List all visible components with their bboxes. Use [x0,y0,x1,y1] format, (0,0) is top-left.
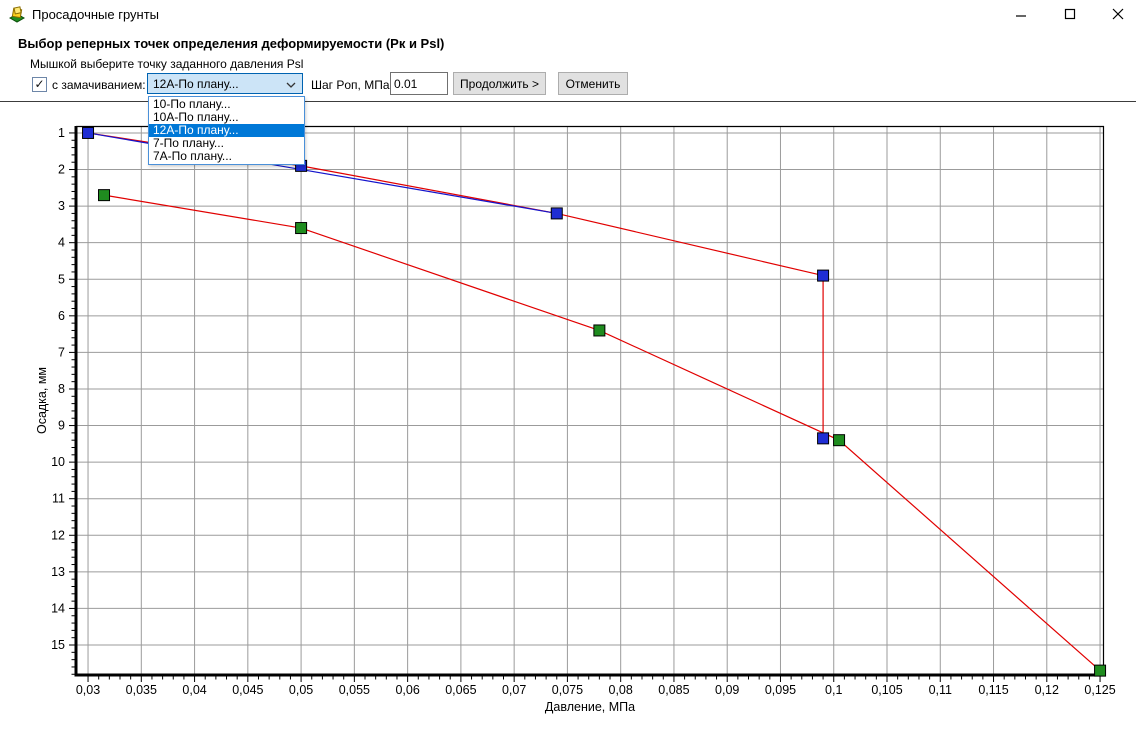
test-select-dropdown[interactable]: 10-По плану... 10А-По плану... 12А-По план… [148,96,305,165]
x-tick-label: 0,045 [232,683,263,697]
y-tick-label: 5 [58,272,65,286]
x-tick-label: 0,055 [339,683,370,697]
y-tick-label: 8 [58,382,65,396]
x-tick-label: 0,065 [445,683,476,697]
y-tick-label: 7 [58,345,65,359]
x-tick-label: 0,09 [715,683,739,697]
x-tick-label: 0,075 [552,683,583,697]
y-tick-label: 10 [51,455,65,469]
y-tick-label: 2 [58,163,65,177]
x-tick-label: 0,05 [289,683,313,697]
x-tick-label: 0,11 [929,683,952,697]
y-tick-label: 14 [51,601,65,615]
y-axis-label: Осадка, мм [35,367,49,434]
x-tick-label: 0,12 [1035,683,1059,697]
y-tick-label: 9 [58,419,65,433]
x-tick-label: 0,04 [182,683,206,697]
y-tick-label: 6 [58,309,65,323]
x-tick-label: 0,1 [825,683,842,697]
x-tick-label: 0,08 [609,683,633,697]
y-tick-label: 1 [58,126,65,140]
x-tick-label: 0,105 [871,683,902,697]
x-axis-label: Давление, МПа [545,700,635,714]
x-tick-label: 0,035 [126,683,157,697]
x-tick-label: 0,115 [978,683,1008,697]
chart-plot-area[interactable] [76,126,1104,675]
x-tick-label: 0,06 [395,683,419,697]
y-tick-label: 3 [58,199,65,213]
y-tick-label: 4 [58,236,65,250]
x-tick-label: 0,07 [502,683,526,697]
x-tick-label: 0,125 [1084,683,1115,697]
y-tick-label: 13 [51,565,65,579]
dropdown-option[interactable]: 7А-По плану... [149,150,304,163]
y-tick-label: 12 [51,528,65,542]
y-tick-label: 11 [52,492,65,506]
y-tick-label: 15 [51,638,65,652]
x-tick-label: 0,095 [765,683,796,697]
x-tick-label: 0,085 [658,683,689,697]
x-tick-label: 0,03 [76,683,100,697]
